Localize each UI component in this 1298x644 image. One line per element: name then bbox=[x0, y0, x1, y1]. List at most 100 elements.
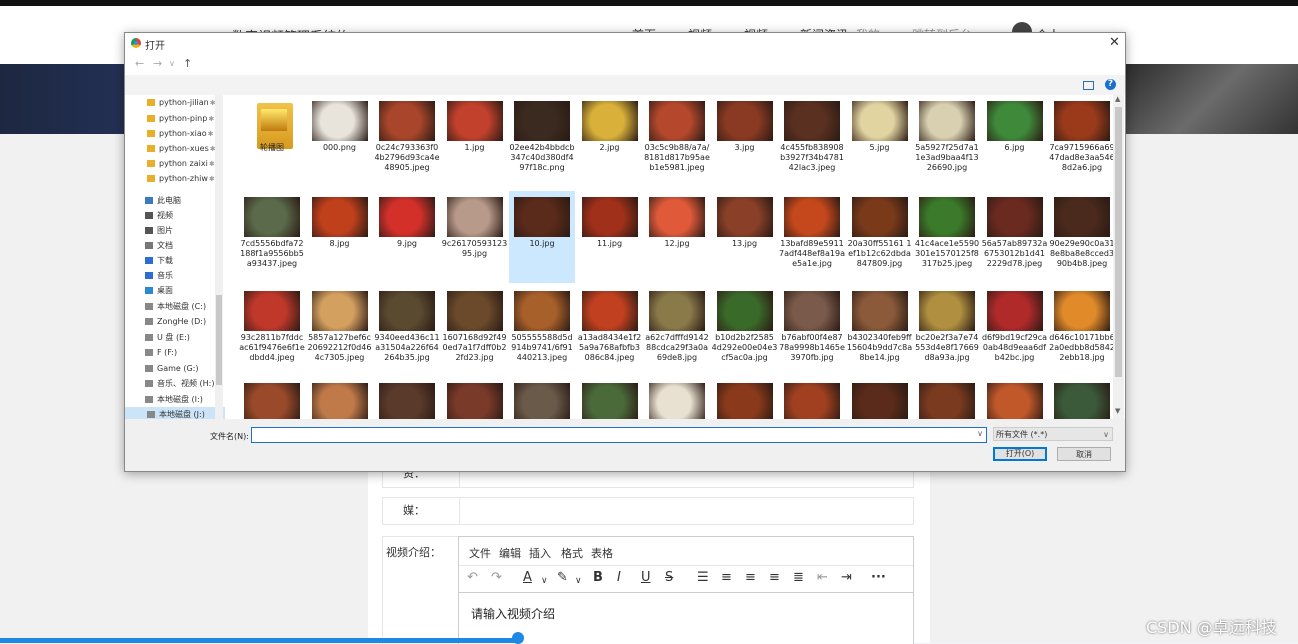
navigation-scrollbar[interactable] bbox=[215, 95, 223, 419]
outdent-icon[interactable]: ⇤ bbox=[817, 570, 828, 586]
recent-dropdown-icon[interactable]: ∨ bbox=[169, 59, 175, 68]
more-icon[interactable]: ··· bbox=[871, 570, 886, 586]
file-item[interactable]: 03c5c9b88/a7a/8181d817b95aeb1e5981.jpeg bbox=[644, 95, 710, 187]
sidebar-item[interactable]: 桌面 bbox=[145, 283, 173, 298]
file-item[interactable]: 5.jpg bbox=[847, 95, 913, 187]
file-type-select[interactable]: 所有文件 (*.*) ∨ bbox=[993, 427, 1113, 441]
file-item[interactable]: a62c7dfffd914288cdca29f3a0a69de8.jpg bbox=[644, 285, 710, 377]
indent-icon[interactable]: ⇥ bbox=[841, 570, 852, 586]
help-icon[interactable]: ? bbox=[1105, 79, 1116, 90]
file-item[interactable]: 0c24c793363f04b2796d93ca4e48905.jpeg bbox=[374, 95, 440, 187]
sidebar-item[interactable]: python zaixi✱ bbox=[147, 156, 215, 171]
cancel-button[interactable]: 取消 bbox=[1057, 447, 1111, 461]
strikethrough-icon[interactable]: S bbox=[665, 570, 673, 586]
rich-text-editor[interactable]: 文件 编辑 插入 格式 表格 ↶ ↷ A ∨ ✎ ∨ B I U S ☰ ≡ ≡… bbox=[458, 536, 914, 644]
file-item[interactable] bbox=[982, 377, 1048, 419]
file-item[interactable]: 1607168d92f490ed7a1f7dff0b22fd23.jpg bbox=[442, 285, 508, 377]
file-item[interactable] bbox=[307, 377, 373, 419]
sidebar-item[interactable]: 图片 bbox=[145, 223, 173, 238]
file-item[interactable]: 10.jpg bbox=[509, 191, 575, 283]
file-item[interactable] bbox=[374, 377, 440, 419]
bold-icon[interactable]: B bbox=[593, 570, 603, 586]
list-icon[interactable]: ☰ bbox=[697, 570, 709, 586]
editor-content[interactable]: 请输入视频介绍 bbox=[471, 605, 555, 622]
file-item[interactable]: 000.png bbox=[307, 95, 373, 187]
file-item[interactable]: b10d2b2f2585 4d292e00e04e3cf5ac0a.jpg bbox=[712, 285, 778, 377]
file-item[interactable] bbox=[914, 377, 980, 419]
chevron-down-icon[interactable]: ∨ bbox=[977, 429, 983, 438]
file-item[interactable] bbox=[442, 377, 508, 419]
up-icon[interactable]: ↑ bbox=[183, 57, 192, 70]
editor-menu-format[interactable]: 格式 bbox=[561, 545, 583, 561]
sidebar-item[interactable]: 此电脑 bbox=[145, 193, 181, 208]
file-item[interactable]: a13ad8434e1f25a9a768afbfb3086c84.jpeg bbox=[577, 285, 643, 377]
redo-icon[interactable]: ↷ bbox=[491, 570, 502, 586]
file-item[interactable]: 41c4ace1e5590301e1570125f8317b25.jpeg bbox=[914, 191, 980, 283]
underline-icon[interactable]: U bbox=[641, 570, 651, 586]
editor-menu-file[interactable]: 文件 bbox=[469, 545, 491, 561]
file-item[interactable] bbox=[779, 377, 845, 419]
file-item[interactable]: 7cd5556bdfa72188f1a9556bb5a93437.jpeg bbox=[239, 191, 305, 283]
sidebar-item[interactable]: python-jilian✱ bbox=[147, 95, 216, 110]
sidebar-item[interactable]: python-pinp✱ bbox=[147, 111, 214, 126]
file-item[interactable]: d646c10171bb62a0edbb8d58422ebb18.jpg bbox=[1049, 285, 1113, 377]
sidebar-item[interactable]: 视频 bbox=[145, 208, 173, 223]
sidebar-item[interactable]: 文档 bbox=[145, 238, 173, 253]
file-item[interactable]: 7ca9715966a6947dad8e3aa5468d2a6.jpg bbox=[1049, 95, 1113, 187]
justify-icon[interactable]: ≣ bbox=[793, 570, 804, 586]
file-item[interactable] bbox=[712, 377, 778, 419]
folder-item[interactable]: 轮播图 bbox=[239, 95, 305, 187]
dialog-titlebar[interactable]: 打开 ✕ bbox=[125, 33, 1125, 53]
file-item[interactable]: 9340eed436c11a31504a226f64264b35.jpg bbox=[374, 285, 440, 377]
highlight-icon[interactable]: ✎ bbox=[557, 570, 568, 586]
navigation-scroll-thumb[interactable] bbox=[216, 295, 222, 385]
file-item[interactable] bbox=[577, 377, 643, 419]
file-item[interactable]: d6f9bd19cf29ca0ab48d9eaa6dfb42bc.jpg bbox=[982, 285, 1048, 377]
sidebar-item[interactable]: 下载 bbox=[145, 253, 173, 268]
file-item[interactable]: 5857a127bef6c20692212f0d464c7305.jpeg bbox=[307, 285, 373, 377]
file-item[interactable]: 9c26170593123 95.jpg bbox=[442, 191, 508, 283]
file-item[interactable]: 韩式料理 bbox=[644, 377, 710, 419]
file-item[interactable]: 02ee42b4bbdcb347c40d380df497f18c.png bbox=[509, 95, 575, 187]
file-item[interactable]: 2.jpg bbox=[577, 95, 643, 187]
file-item[interactable]: 9.jpg bbox=[374, 191, 440, 283]
file-item[interactable]: 56a57ab89732a6753012b1d412229d78.jpeg bbox=[982, 191, 1048, 283]
file-item[interactable]: 3.jpg bbox=[712, 95, 778, 187]
editor-menu-edit[interactable]: 编辑 bbox=[499, 545, 521, 561]
file-item[interactable]: 5a5927f25d7a11e3ad9baa4f1326690.jpg bbox=[914, 95, 980, 187]
view-toggle-icon[interactable] bbox=[1083, 81, 1094, 90]
font-color-dropdown-icon[interactable]: ∨ bbox=[541, 573, 548, 589]
scroll-up-icon[interactable]: ▲ bbox=[1115, 95, 1120, 103]
file-item[interactable]: 90e29e90c0a318e8ba8e8cced390b4b8.jpeg bbox=[1049, 191, 1113, 283]
file-item[interactable] bbox=[847, 377, 913, 419]
file-item[interactable]: 13.jpg bbox=[712, 191, 778, 283]
sidebar-item[interactable]: ZongHe (D:) bbox=[145, 314, 206, 329]
file-item[interactable]: 4c455fb838908b3927f34b478142lac3.jpeg bbox=[779, 95, 845, 187]
undo-icon[interactable]: ↶ bbox=[467, 570, 478, 586]
file-grid-scroll-thumb[interactable] bbox=[1115, 107, 1122, 377]
file-item[interactable] bbox=[239, 377, 305, 419]
open-button[interactable]: 打开(O) bbox=[993, 447, 1047, 461]
sidebar-item[interactable]: python-xues✱ bbox=[147, 141, 216, 156]
sidebar-item[interactable]: python-xiao✱ bbox=[147, 126, 214, 141]
file-item[interactable]: b4302340feb9ff15604b9dd7c8a8be14.jpg bbox=[847, 285, 913, 377]
editor-menu-insert[interactable]: 插入 bbox=[529, 545, 551, 561]
file-item[interactable] bbox=[509, 377, 575, 419]
close-icon[interactable]: ✕ bbox=[1109, 35, 1120, 50]
file-item[interactable]: 13bafd89e59117adf448ef8a19ae5a1e.jpg bbox=[779, 191, 845, 283]
align-center-icon[interactable]: ≡ bbox=[745, 570, 756, 586]
file-item[interactable]: b76abf00f4e8778a9998b1465e3970fb.jpg bbox=[779, 285, 845, 377]
sidebar-item[interactable]: U 盘 (E:) bbox=[145, 330, 190, 345]
file-item[interactable]: 12.jpg bbox=[644, 191, 710, 283]
scroll-down-icon[interactable]: ▼ bbox=[1115, 407, 1120, 415]
progress-knob[interactable] bbox=[512, 632, 524, 644]
italic-icon[interactable]: I bbox=[617, 570, 621, 586]
sidebar-item[interactable]: Game (G:) bbox=[145, 361, 199, 376]
sidebar-item[interactable]: 本地磁盘 (I:) bbox=[145, 392, 203, 407]
sidebar-item[interactable]: 本地磁盘 (J:) bbox=[125, 407, 225, 419]
forward-icon[interactable]: → bbox=[153, 57, 162, 70]
sidebar-item[interactable]: 音乐、视频 (H:) bbox=[145, 376, 215, 391]
file-item[interactable]: 93c2811b7fddcac61f9476e6f1edbdd4.jpeg bbox=[239, 285, 305, 377]
sidebar-item[interactable]: 本地磁盘 (C:) bbox=[145, 299, 206, 314]
file-item[interactable]: bc20e2f3a7e74553d4e8f17669d8a93a.jpg bbox=[914, 285, 980, 377]
